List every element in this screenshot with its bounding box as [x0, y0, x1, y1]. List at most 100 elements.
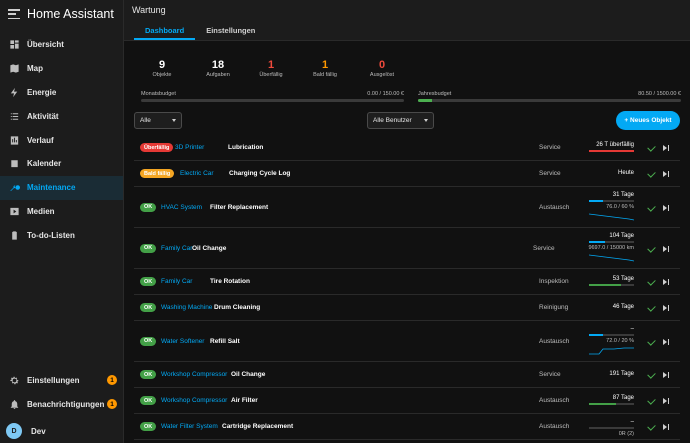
list-item[interactable]: OK Water Softener Refill Salt Austausch – 72.… [134, 321, 680, 362]
list-item[interactable]: OK Family Car Tire Rotation Inspektion 53 Ta… [134, 269, 680, 295]
list-item[interactable]: OK Workshop Compressor Air Filter Austausch… [134, 388, 680, 414]
menu-icon[interactable] [8, 9, 20, 19]
sidebar-item-label: Energie [27, 87, 57, 97]
object-link[interactable]: Water Filter System [161, 423, 218, 430]
sidebar-item-to-do-listen[interactable]: To-do-Listen [0, 223, 123, 247]
stat-bald-fällig: 1 Bald fällig [300, 59, 350, 78]
complete-check-icon[interactable] [647, 277, 656, 286]
list-item[interactable]: Überfällig 3D Printer Lubrication Service 26… [134, 135, 680, 161]
sidebar-item-label: Kalender [27, 159, 62, 169]
progress-detail: 9697.0 / 15000 km [588, 245, 634, 251]
due-label: – [630, 326, 634, 332]
progress-bar [589, 150, 634, 152]
sidebar-user[interactable]: D Dev [0, 416, 123, 443]
user-filter-select[interactable]: Alle Benutzer [367, 112, 434, 129]
object-link[interactable]: 3D Printer [175, 144, 204, 151]
list-item[interactable]: OK Water Filter System Cartridge Replaceme… [134, 414, 680, 440]
skip-next-icon[interactable] [663, 372, 670, 378]
avatar: D [6, 423, 22, 439]
progress-detail: 0R (2) [618, 431, 634, 437]
progress-fill [589, 284, 621, 286]
yearly-budget: Jahresbudget 80.50 / 1500.00 € [418, 91, 681, 102]
object-filter-select[interactable]: Alle [134, 112, 182, 129]
list-item[interactable]: OK Washing Machine Drum Cleaning Reinigung 4… [134, 295, 680, 321]
yearly-budget-fill [418, 99, 433, 102]
task-type: Service [533, 244, 555, 252]
notifications-badge: 1 [107, 399, 117, 409]
sidebar-item-medien[interactable]: Medien [0, 200, 123, 224]
chevron-down-icon [172, 119, 176, 122]
complete-check-icon[interactable] [647, 336, 656, 346]
wrench-clock-icon [8, 182, 20, 194]
stat-label: Aufgaben [206, 72, 230, 78]
skip-next-icon[interactable] [663, 398, 670, 404]
stat-objekte: 9 Objekte [137, 59, 187, 78]
due-label: 87 Tage [612, 395, 634, 401]
stat-überfällig: 1 Überfällig [246, 59, 296, 78]
tab-bar: Dashboard Einstellungen [124, 20, 690, 41]
sidebar-nav: Übersicht Map Energie Aktivität Verlauf Kalen… [0, 33, 123, 247]
sidebar-item-label: Übersicht [27, 40, 64, 50]
page-title: Wartung [124, 0, 690, 20]
progress-bar [589, 403, 634, 405]
task-name: Drum Cleaning [214, 304, 261, 311]
object-link[interactable]: Workshop Compressor [161, 371, 227, 378]
bell-icon [8, 398, 20, 410]
sidebar-item-verlauf[interactable]: Verlauf [0, 128, 123, 152]
skip-next-icon[interactable] [663, 171, 670, 177]
sidebar-item-notifications[interactable]: Benachrichtigungen 1 [0, 392, 123, 416]
skip-next-icon[interactable] [663, 338, 670, 345]
complete-check-icon[interactable] [647, 422, 656, 431]
skip-next-icon[interactable] [663, 305, 670, 311]
task-type: Austausch [539, 397, 570, 404]
sidebar-item-label: Maintenance [27, 183, 76, 193]
complete-check-icon[interactable] [647, 169, 656, 178]
list-item[interactable]: Bald fällig Electric Car Charging Cycle Lo… [134, 161, 680, 187]
complete-check-icon[interactable] [647, 396, 656, 405]
sidebar-item-aktivität[interactable]: Aktivität [0, 104, 123, 128]
skip-next-icon[interactable] [663, 279, 670, 285]
sidebar-item-maintenance[interactable]: Maintenance [0, 175, 123, 200]
object-link[interactable]: Family Car [161, 278, 192, 285]
skip-next-icon[interactable] [663, 204, 670, 211]
play-box-icon [8, 205, 20, 217]
sidebar-item-energie[interactable]: Energie [0, 81, 123, 105]
new-object-button[interactable]: + Neues Objekt [616, 111, 680, 130]
due-label: 31 Tage [612, 192, 634, 198]
object-link[interactable]: Family Car [161, 245, 192, 252]
sidebar-item-map[interactable]: Map [0, 57, 123, 81]
user-filter-value: Alle Benutzer [373, 117, 412, 124]
object-link[interactable]: Workshop Compressor [161, 397, 227, 404]
object-link[interactable]: Washing Machine [161, 304, 212, 311]
sidebar-item-kalender[interactable]: Kalender [0, 152, 123, 176]
sidebar-item-settings[interactable]: Einstellungen 1 [0, 368, 123, 392]
complete-check-icon[interactable] [647, 243, 656, 253]
task-type: Austausch [539, 337, 570, 345]
skip-next-icon[interactable] [663, 424, 670, 430]
complete-check-icon[interactable] [647, 370, 656, 379]
status-badge: OK [140, 396, 157, 405]
progress-bar [589, 200, 634, 202]
status-badge: OK [140, 336, 157, 346]
user-name: Dev [31, 426, 46, 436]
object-link[interactable]: Water Softener [161, 338, 204, 345]
skip-next-icon[interactable] [663, 245, 670, 252]
list-item[interactable]: OK HVAC System Filter Replacement Austausch… [134, 187, 680, 228]
stat-label: Ausgelöst [369, 72, 395, 78]
object-link[interactable]: HVAC System [161, 204, 202, 211]
stat-aufgaben: 18 Aufgaben [193, 59, 243, 78]
tab-dashboard[interactable]: Dashboard [134, 20, 196, 40]
complete-check-icon[interactable] [647, 143, 656, 152]
skip-next-icon[interactable] [663, 145, 670, 151]
progress-bar [589, 241, 634, 243]
complete-check-icon[interactable] [647, 303, 656, 312]
list-item[interactable]: OK Family Car Oil Change Service 104 Tage 969… [134, 228, 680, 269]
complete-check-icon[interactable] [647, 202, 656, 212]
chart-box-icon [8, 134, 20, 146]
task-name: Charging Cycle Log [229, 170, 291, 177]
stat-value: 0 [378, 59, 386, 71]
sidebar-item-übersicht[interactable]: Übersicht [0, 33, 123, 57]
object-link[interactable]: Electric Car [180, 170, 214, 177]
list-item[interactable]: OK Workshop Compressor Oil Change Service 19… [134, 362, 680, 388]
tab-einstellungen[interactable]: Einstellungen [195, 20, 266, 40]
